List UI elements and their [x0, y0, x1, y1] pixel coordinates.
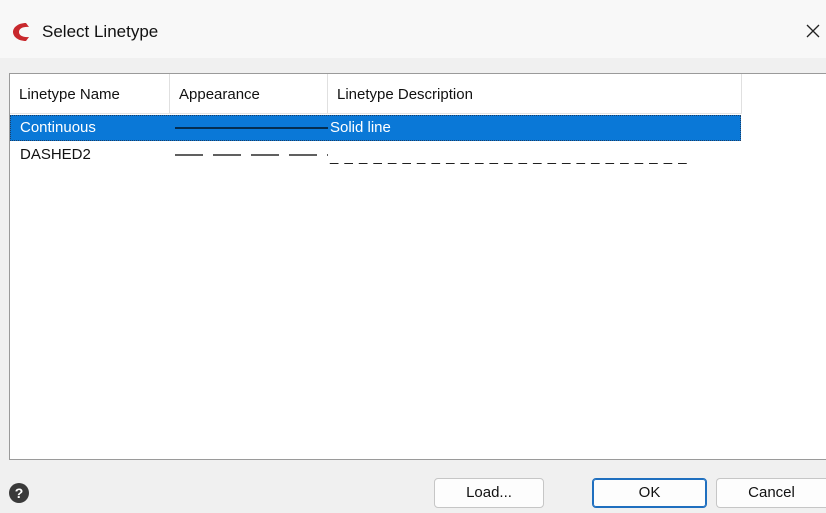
column-header-appearance[interactable]: Appearance [170, 74, 328, 113]
column-header-linetype-description[interactable]: Linetype Description [328, 74, 742, 113]
linetype-description: Solid line [330, 119, 391, 136]
solid-line-preview [175, 127, 328, 129]
help-icon[interactable]: ? [8, 482, 30, 504]
linetype-name: DASHED2 [20, 146, 91, 163]
list-header: Linetype Name Appearance Linetype Descri… [10, 74, 742, 114]
table-row-dashed2[interactable]: DASHED2 _ _ _ _ _ _ _ _ _ _ _ _ _ _ _ _ … [10, 142, 741, 168]
linetype-name: Continuous [20, 119, 96, 136]
cancel-button[interactable]: Cancel [716, 478, 826, 508]
dashed-line-preview [175, 154, 328, 156]
column-header-linetype-name[interactable]: Linetype Name [10, 74, 170, 113]
linetype-list[interactable]: Linetype Name Appearance Linetype Descri… [9, 73, 826, 460]
linetype-appearance-solid [175, 115, 328, 141]
app-logo-icon [13, 23, 29, 41]
close-button[interactable] [800, 16, 826, 46]
ok-button[interactable]: OK [592, 478, 707, 508]
svg-text:?: ? [15, 485, 24, 501]
close-icon [806, 24, 820, 38]
table-row-continuous[interactable]: Continuous Solid line [10, 115, 741, 141]
load-button[interactable]: Load... [434, 478, 544, 508]
linetype-appearance-dashed [175, 142, 328, 168]
linetype-description: _ _ _ _ _ _ _ _ _ _ _ _ _ _ _ _ _ _ _ _ … [330, 148, 688, 165]
window-title: Select Linetype [42, 22, 159, 41]
select-linetype-dialog: Select Linetype Linetype Name Appearance… [0, 0, 826, 513]
title-bar: Select Linetype [0, 0, 826, 58]
